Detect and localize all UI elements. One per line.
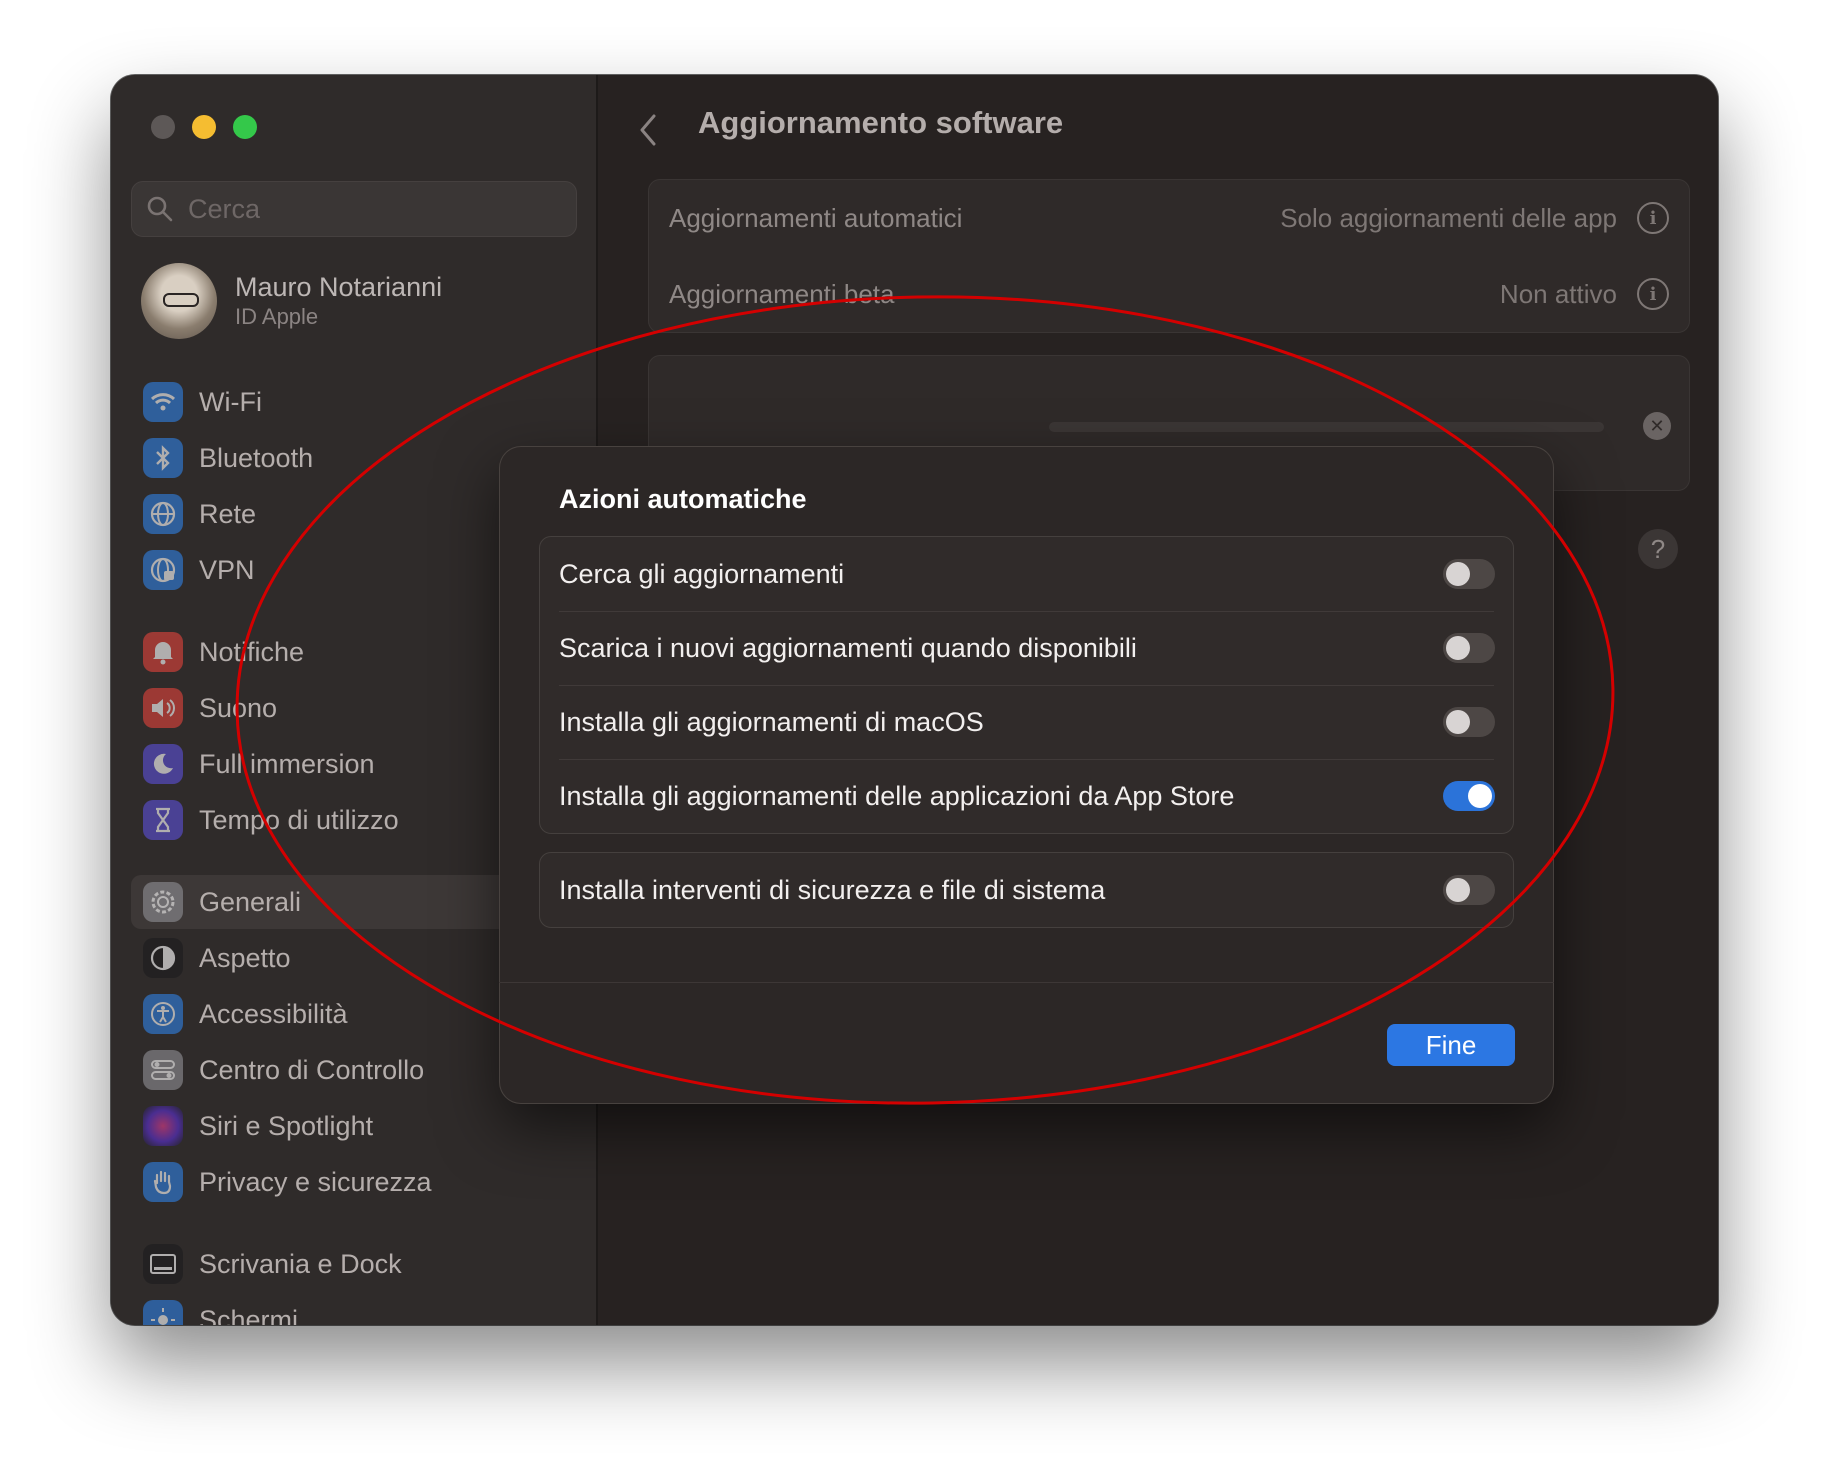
progress-bar xyxy=(1049,422,1604,432)
sidebar-item-label: Tempo di utilizzo xyxy=(199,804,399,835)
automatic-actions-sheet: Azioni automatiche Cerca gli aggiornamen… xyxy=(499,446,1554,1104)
sidebar-item-scrivania-e-dock[interactable]: Scrivania e Dock xyxy=(131,1237,577,1291)
toggle-row: Installa gli aggiornamenti di macOS xyxy=(540,685,1513,759)
toggle-label: Installa gli aggiornamenti di macOS xyxy=(559,706,984,737)
setting-label: Aggiornamenti automatici xyxy=(669,202,963,233)
toggle-label: Installa gli aggiornamenti delle applica… xyxy=(559,780,1235,811)
sidebar-item-label: Rete xyxy=(199,498,257,529)
sidebar-item-label: Privacy e sicurezza xyxy=(199,1166,432,1197)
back-chevron-icon[interactable] xyxy=(634,110,660,150)
search-icon xyxy=(147,196,173,222)
vpn-globe-icon xyxy=(143,550,183,590)
sidebar-item-wifi[interactable]: Wi-Fi xyxy=(131,375,577,429)
toggle-group: Cerca gli aggiornamenti Scarica i nuovi … xyxy=(539,536,1514,834)
toggle-row: Cerca gli aggiornamenti xyxy=(540,537,1513,611)
close-window-button[interactable] xyxy=(151,115,175,139)
page-title: Aggiornamento software xyxy=(698,105,1064,140)
maximize-window-button[interactable] xyxy=(233,115,257,139)
sidebar-item-label: Bluetooth xyxy=(199,442,314,473)
moon-icon xyxy=(143,744,183,784)
apple-id-profile[interactable]: Mauro Notarianni ID Apple xyxy=(141,263,442,339)
profile-name: Mauro Notarianni xyxy=(235,272,443,302)
setting-label: Aggiornamenti beta xyxy=(669,278,895,309)
download-updates-toggle[interactable] xyxy=(1443,633,1495,663)
check-updates-toggle[interactable] xyxy=(1443,559,1495,589)
wifi-icon xyxy=(143,382,183,422)
help-button[interactable]: ? xyxy=(1638,529,1678,569)
hourglass-icon xyxy=(143,800,183,840)
hand-icon xyxy=(143,1162,183,1202)
speaker-icon xyxy=(143,688,183,728)
minimize-window-button[interactable] xyxy=(192,115,216,139)
sidebar-item-label: Siri e Spotlight xyxy=(199,1110,374,1141)
toggle-row: Scarica i nuovi aggiornamenti quando dis… xyxy=(540,611,1513,685)
info-icon[interactable]: i xyxy=(1637,278,1669,310)
sidebar-item-label: Scrivania e Dock xyxy=(199,1248,402,1279)
search-placeholder: Cerca xyxy=(188,193,261,224)
toggle-label: Cerca gli aggiornamenti xyxy=(559,558,845,589)
sheet-divider xyxy=(499,982,1554,983)
gear-icon xyxy=(143,882,183,922)
search-field[interactable]: Cerca xyxy=(131,181,577,237)
setting-value: Solo aggiornamenti delle app xyxy=(1280,202,1617,233)
setting-row-beta-updates[interactable]: Aggiornamenti beta Non attivo i xyxy=(649,256,1689,332)
profile-subtitle: ID Apple xyxy=(235,304,319,329)
setting-row-auto-updates[interactable]: Aggiornamenti automatici Solo aggiorname… xyxy=(649,180,1689,256)
install-macos-updates-toggle[interactable] xyxy=(1443,707,1495,737)
toggle-label: Installa interventi di sicurezza e file … xyxy=(559,874,1106,905)
sidebar-item-label: Notifiche xyxy=(199,636,305,667)
install-security-responses-toggle[interactable] xyxy=(1443,875,1495,905)
bluetooth-icon xyxy=(143,438,183,478)
sidebar-item-label: Generali xyxy=(199,886,302,917)
sheet-title: Azioni automatiche xyxy=(559,484,807,514)
done-button[interactable]: Fine xyxy=(1387,1024,1515,1066)
switches-icon xyxy=(143,1050,183,1090)
toggle-row: Installa interventi di sicurezza e file … xyxy=(540,853,1513,927)
traffic-lights xyxy=(151,115,257,139)
settings-window: Cerca Mauro Notarianni ID Apple Wi-Fi Bl… xyxy=(111,75,1718,1325)
sidebar-item-siri-e-spotlight[interactable]: Siri e Spotlight xyxy=(131,1099,577,1153)
sun-icon xyxy=(143,1300,183,1325)
sidebar-item-schermi[interactable]: Schermi xyxy=(131,1293,577,1325)
globe-icon xyxy=(143,494,183,534)
sidebar-item-label: Schermi xyxy=(199,1304,299,1326)
accessibility-icon xyxy=(143,994,183,1034)
toggle-row: Installa gli aggiornamenti delle applica… xyxy=(540,759,1513,833)
settings-group: Aggiornamenti automatici Solo aggiorname… xyxy=(648,179,1690,333)
sidebar-item-label: VPN xyxy=(199,554,255,585)
sidebar-item-label: Accessibilità xyxy=(199,998,348,1029)
siri-icon xyxy=(143,1106,183,1146)
cancel-icon[interactable]: ✕ xyxy=(1643,412,1671,440)
security-toggle-group: Installa interventi di sicurezza e file … xyxy=(539,852,1514,928)
toggle-label: Scarica i nuovi aggiornamenti quando dis… xyxy=(559,632,1137,663)
sidebar-item-privacy-e-sicurezza[interactable]: Privacy e sicurezza xyxy=(131,1155,577,1209)
sidebar-item-label: Centro di Controllo xyxy=(199,1054,425,1085)
appearance-icon xyxy=(143,938,183,978)
bell-icon xyxy=(143,632,183,672)
info-icon[interactable]: i xyxy=(1637,202,1669,234)
sidebar-item-label: Wi-Fi xyxy=(199,386,262,417)
install-app-store-updates-toggle[interactable] xyxy=(1443,781,1495,811)
sidebar-item-label: Suono xyxy=(199,692,278,723)
dock-icon xyxy=(143,1244,183,1284)
sidebar-item-label: Full immersion xyxy=(199,748,375,779)
avatar xyxy=(141,263,217,339)
sidebar-item-label: Aspetto xyxy=(199,942,291,973)
setting-value: Non attivo xyxy=(1499,278,1617,309)
